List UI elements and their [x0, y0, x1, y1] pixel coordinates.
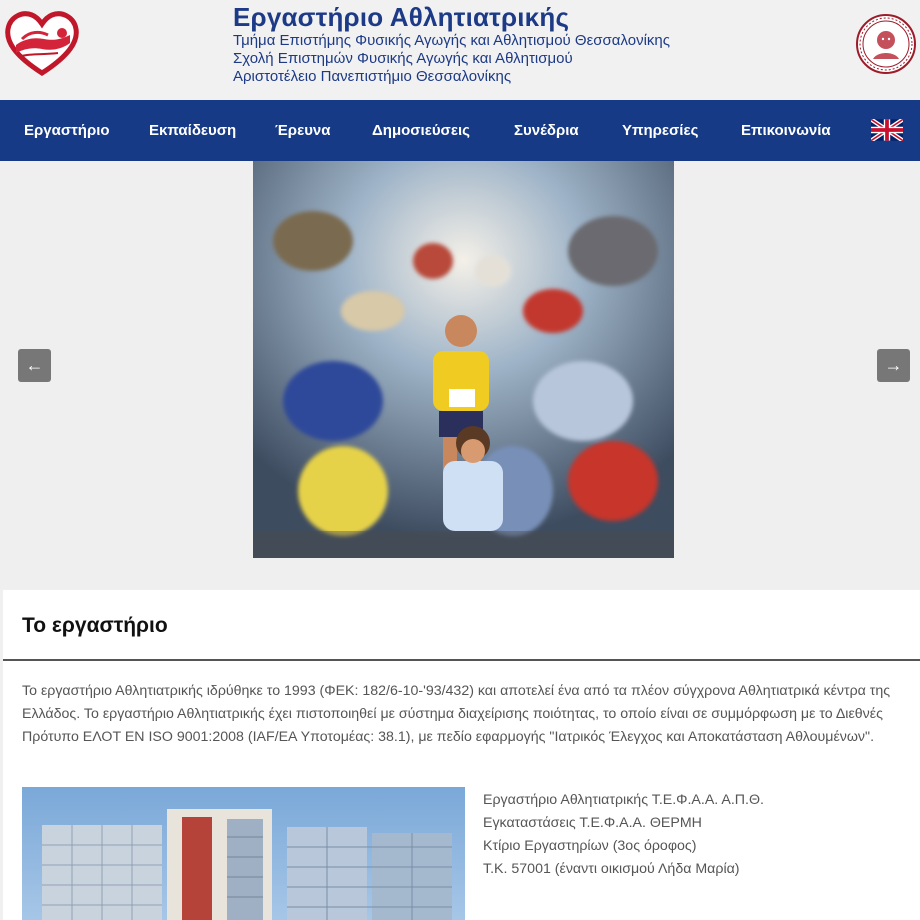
address-line: Εργαστήριο Αθλητιατρικής Τ.Ε.Φ.Α.Α. Α.Π.… — [483, 792, 764, 808]
nav-item-contact[interactable]: Επικοινωνία — [741, 100, 831, 161]
address-line: Τ.Κ. 57001 (έναντι οικισμού Λήδα Μαρία) — [483, 861, 740, 877]
lab-heart-logo[interactable] — [4, 9, 80, 77]
section-title: Το εργαστήριο — [22, 614, 168, 637]
nav-item-conferences[interactable]: Συνέδρια — [514, 100, 579, 161]
arrow-left-icon: ← — [25, 355, 44, 375]
marathon-runners-image — [253, 161, 674, 558]
lab-building-image — [22, 787, 465, 920]
slider-next-button[interactable]: → — [877, 349, 910, 382]
nav-item-services[interactable]: Υπηρεσίες — [622, 100, 698, 161]
section-divider — [3, 659, 920, 661]
main-content: Το εργαστήριο Το εργαστήριο Αθλητιατρική… — [3, 590, 920, 920]
nav-item-education[interactable]: Εκπαίδευση — [149, 100, 236, 161]
lab-address: Εργαστήριο Αθλητιατρικής Τ.Ε.Φ.Α.Α. Α.Π.… — [483, 789, 764, 881]
nav-item-research[interactable]: Έρευνα — [275, 100, 331, 161]
site-title[interactable]: Εργαστήριο Αθλητιατρικής — [233, 2, 670, 32]
title-block: Εργαστήριο Αθλητιατρικής Τμήμα Επιστήμης… — [233, 2, 670, 86]
address-line: Κτίριο Εργαστηρίων (3ος όροφος) — [483, 838, 697, 854]
slider-prev-button[interactable]: ← — [18, 349, 51, 382]
hero-slider: ← → — [0, 161, 920, 589]
nav-item-publications[interactable]: Δημοσιεύσεις — [372, 100, 470, 161]
university-seal-logo[interactable] — [855, 13, 917, 75]
main-nav: Εργαστήριο Εκπαίδευση Έρευνα Δημοσιεύσει… — [0, 100, 920, 161]
university-line: Αριστοτέλειο Πανεπιστήμιο Θεσσαλονίκης — [233, 68, 512, 85]
uk-flag-icon[interactable] — [871, 119, 903, 141]
department-line: Τμήμα Επιστήμης Φυσικής Αγωγής και Αθλητ… — [233, 32, 670, 49]
nav-item-lab[interactable]: Εργαστήριο — [24, 100, 110, 161]
lab-description: Το εργαστήριο Αθλητιατρικής ιδρύθηκε το … — [22, 683, 891, 745]
site-header: Εργαστήριο Αθλητιατρικής Τμήμα Επιστήμης… — [0, 0, 920, 100]
school-line: Σχολή Επιστημών Φυσικής Αγωγής και Αθλητ… — [233, 50, 573, 67]
arrow-right-icon: → — [884, 355, 903, 375]
address-line: Εγκαταστάσεις Τ.Ε.Φ.Α.Α. ΘΕΡΜΗ — [483, 815, 702, 831]
